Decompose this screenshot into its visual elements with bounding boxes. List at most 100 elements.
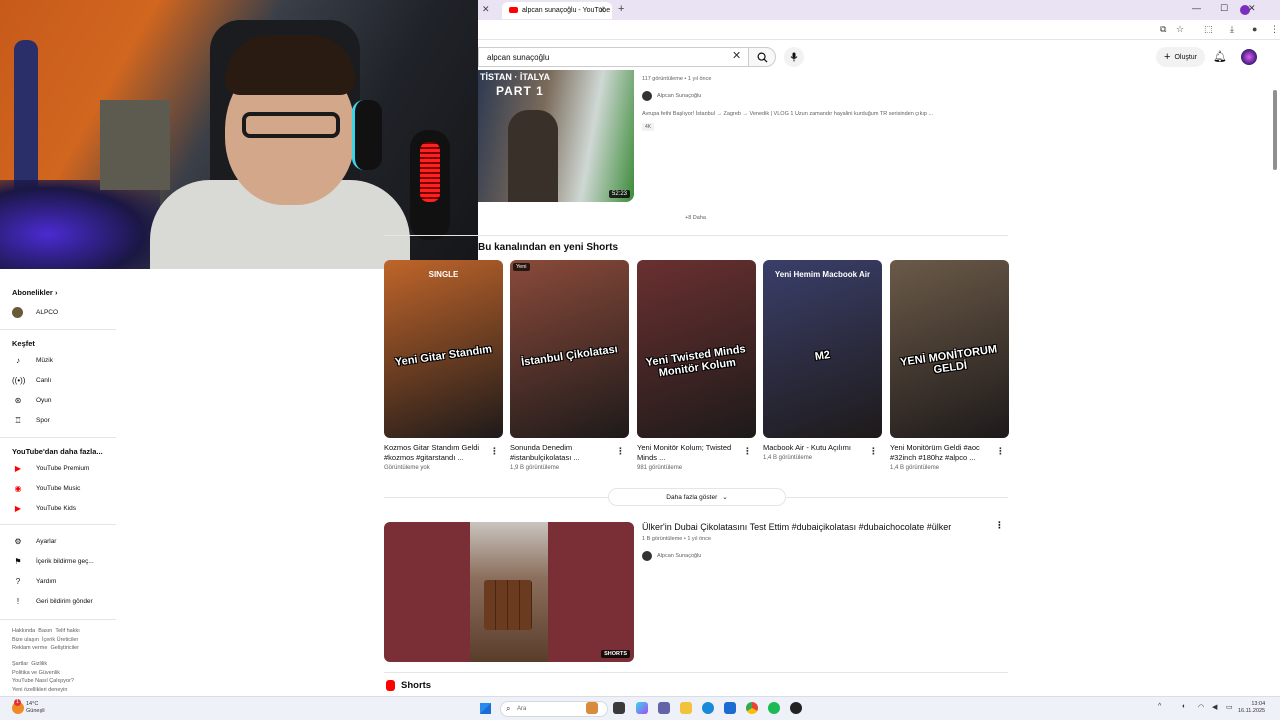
download-icon[interactable]: ⤓: [1230, 24, 1234, 35]
bookmark-star-icon[interactable]: ☆: [1176, 24, 1184, 35]
more-options-icon[interactable]: ⋮: [490, 446, 499, 457]
webcam-person-hair: [225, 35, 355, 95]
short-title[interactable]: Macbook Air - Kutu Açılımı: [763, 443, 865, 453]
edge-icon[interactable]: [702, 702, 714, 714]
more-options-icon[interactable]: ⋮: [869, 446, 878, 457]
webcam-shelf: [100, 100, 170, 190]
shorts-logo-icon: [386, 680, 395, 691]
clear-search-icon[interactable]: ✕: [732, 49, 741, 62]
short-title[interactable]: Sonunda Denedim #istanbulçikolatası ...: [510, 443, 612, 463]
short-title[interactable]: Kozmos Gitar Standım Geldi #kozmos #gita…: [384, 443, 486, 463]
close-icon[interactable]: ✕: [598, 5, 606, 16]
browser-avatar-icon[interactable]: ●: [1252, 24, 1257, 34]
store-icon[interactable]: [724, 702, 736, 714]
explore-title: Keşfet: [12, 339, 35, 348]
more-options-icon[interactable]: ⋮: [995, 520, 1004, 531]
taskbar-clock[interactable]: 13:04 16.11.2025: [1238, 701, 1265, 715]
live-icon: ((•)): [12, 375, 26, 385]
tray-app-icon[interactable]: ◐: [1182, 703, 1186, 710]
voice-search-button[interactable]: [784, 47, 804, 67]
short-views: 1,4 B görüntüleme: [763, 455, 813, 461]
cast-icon[interactable]: ⧉: [1160, 24, 1166, 35]
task-view-icon[interactable]: [613, 702, 625, 714]
search-highlight-icon[interactable]: [586, 702, 598, 714]
maximize-icon[interactable]: ☐: [1220, 3, 1228, 14]
search-button[interactable]: [748, 47, 776, 67]
close-tab-icon[interactable]: ✕: [482, 4, 490, 15]
sidebar-item-alpco[interactable]: ALPCO: [12, 305, 58, 319]
short-card[interactable]: Yeni Twisted Minds Monitör Kolum Yeni Mon…: [637, 260, 756, 471]
scrollbar[interactable]: [1273, 90, 1277, 170]
account-avatar[interactable]: [1241, 49, 1257, 65]
search-input[interactable]: alpcan sunaçoğlu: [478, 47, 748, 67]
sidebar-item-sports[interactable]: ♖ Spor: [12, 413, 49, 427]
short-card[interactable]: Yeni Hemim Macbook Air M2 Macbook Air - Ku…: [763, 260, 882, 461]
short-card[interactable]: Yeni İstanbul Çikolatası Sonunda Denedim #…: [510, 260, 629, 471]
create-button[interactable]: + Oluştur: [1156, 47, 1205, 67]
thumbnail-top-text: SINGLE: [428, 270, 459, 279]
footer-policy-links[interactable]: Şartlar Gizlilik Politika ve Güvenlik Yo…: [12, 660, 74, 694]
more-options-icon[interactable]: ⋮: [743, 446, 752, 457]
short-title[interactable]: Yeni Monitör Kolum; Twisted Minds ...: [637, 443, 739, 463]
more-options-icon[interactable]: ⋮: [616, 446, 625, 457]
sidebar-item-gaming[interactable]: ⊛ Oyun: [12, 393, 52, 407]
footer-links[interactable]: Hakkında Basın Telif hakkı Bize ulaşın İ…: [12, 627, 80, 653]
short-thumbnail[interactable]: YENİ MONİTORUM GELDİ: [890, 260, 1009, 438]
copilot-icon[interactable]: [636, 702, 648, 714]
sidebar-item-live[interactable]: ((•)) Canlı: [12, 373, 51, 387]
sidebar-item-music-app[interactable]: ◉ YouTube Music: [12, 481, 81, 495]
sidebar-item-settings[interactable]: ⚙ Ayarlar: [12, 534, 56, 548]
windows-start-icon[interactable]: [480, 703, 491, 714]
wifi-icon[interactable]: ◠: [1198, 703, 1204, 711]
tray-chevron-up-icon[interactable]: ^: [1158, 703, 1161, 710]
video-thumbnail[interactable]: SHORTS: [384, 522, 634, 662]
weather-widget[interactable]: 14°C Güneşli: [26, 701, 45, 715]
sidebar-item-premium[interactable]: ▶ YouTube Premium: [12, 461, 89, 475]
window-close-icon[interactable]: ✕: [1248, 3, 1256, 14]
youtube-music-icon: ◉: [14, 483, 22, 493]
short-thumbnail[interactable]: Yeni Hemim Macbook Air M2: [763, 260, 882, 438]
short-thumbnail[interactable]: SINGLE Yeni Gitar Standım: [384, 260, 503, 438]
battery-icon[interactable]: ▭: [1226, 703, 1233, 711]
video-thumbnail[interactable]: TİSTAN · İTALYA PART 1 52:23: [478, 70, 634, 202]
sidebar-item-music[interactable]: ♪ Müzik: [12, 353, 53, 367]
video-meta: 1 B görüntüleme • 1 yıl önce: [642, 536, 711, 542]
browser-toolbar: ⧉ ☆ ⬚ ⤓ ● ⋮: [478, 20, 1280, 40]
show-more-button[interactable]: Daha fazla göster ⌄: [608, 488, 786, 506]
channel-link[interactable]: Alpcan Sunaçoğlu: [642, 551, 701, 561]
sidebar-item-feedback[interactable]: ! Geri bildirim gönder: [12, 594, 93, 608]
menu-dots-icon[interactable]: ⋮: [1270, 24, 1279, 35]
channel-link[interactable]: Alpcan Sunaçoğlu: [642, 91, 701, 101]
short-views: Görüntüleme yok: [384, 465, 430, 471]
more-videos-link[interactable]: +8 Daha: [685, 215, 706, 221]
short-thumbnail[interactable]: Yeni Twisted Minds Monitör Kolum: [637, 260, 756, 438]
new-tab-button[interactable]: +: [618, 3, 624, 15]
subscriptions-title[interactable]: Abonelikler ›: [12, 288, 57, 297]
notifications-bell-icon[interactable]: 🔔︎: [1213, 50, 1227, 63]
short-card[interactable]: SINGLE Yeni Gitar Standım Kozmos Gitar Sta…: [384, 260, 503, 471]
spotify-icon[interactable]: [768, 702, 780, 714]
sidebar-item-help[interactable]: ? Yardım: [12, 574, 57, 588]
webcam-light: [0, 180, 160, 269]
short-thumbnail[interactable]: Yeni İstanbul Çikolatası: [510, 260, 629, 438]
more-options-icon[interactable]: ⋮: [996, 446, 1005, 457]
teams-icon[interactable]: [658, 702, 670, 714]
chrome-icon[interactable]: [746, 702, 758, 714]
video-title[interactable]: Ülker'in Dubai Çikolatasını Test Ettim #…: [642, 522, 951, 532]
minimize-icon[interactable]: —: [1192, 3, 1201, 13]
sidebar-item-kids[interactable]: ▶ YouTube Kids: [12, 501, 76, 515]
video-description: Avrupa fethi Başlıyor! İstanbul → Zagreb…: [642, 111, 934, 117]
short-card[interactable]: YENİ MONİTORUM GELDİ Yeni Monitörüm Geldi…: [890, 260, 1009, 471]
short-title[interactable]: Yeni Monitörüm Geldi #aoc #32inch #180hz…: [890, 443, 992, 463]
file-explorer-icon[interactable]: [680, 702, 692, 714]
sidebar-item-report[interactable]: ⚑ İçerik bildirme geç...: [12, 554, 93, 568]
browser-tab-youtube[interactable]: alpcan sunaçoğlu - YouTube ✕: [502, 2, 612, 19]
thumbnail-chocolate: [484, 580, 532, 630]
thumbnail-part-text: PART 1: [496, 84, 544, 98]
youtube-masthead: alpcan sunaçoğlu ✕ + Oluştur 🔔︎: [478, 40, 1280, 74]
volume-icon[interactable]: ◀︎: [1212, 703, 1217, 711]
extensions-icon[interactable]: ⬚: [1204, 24, 1213, 35]
shorts-section-title: Shorts: [386, 680, 431, 691]
gear-icon: ⚙: [14, 536, 22, 546]
obs-icon[interactable]: [790, 702, 802, 714]
